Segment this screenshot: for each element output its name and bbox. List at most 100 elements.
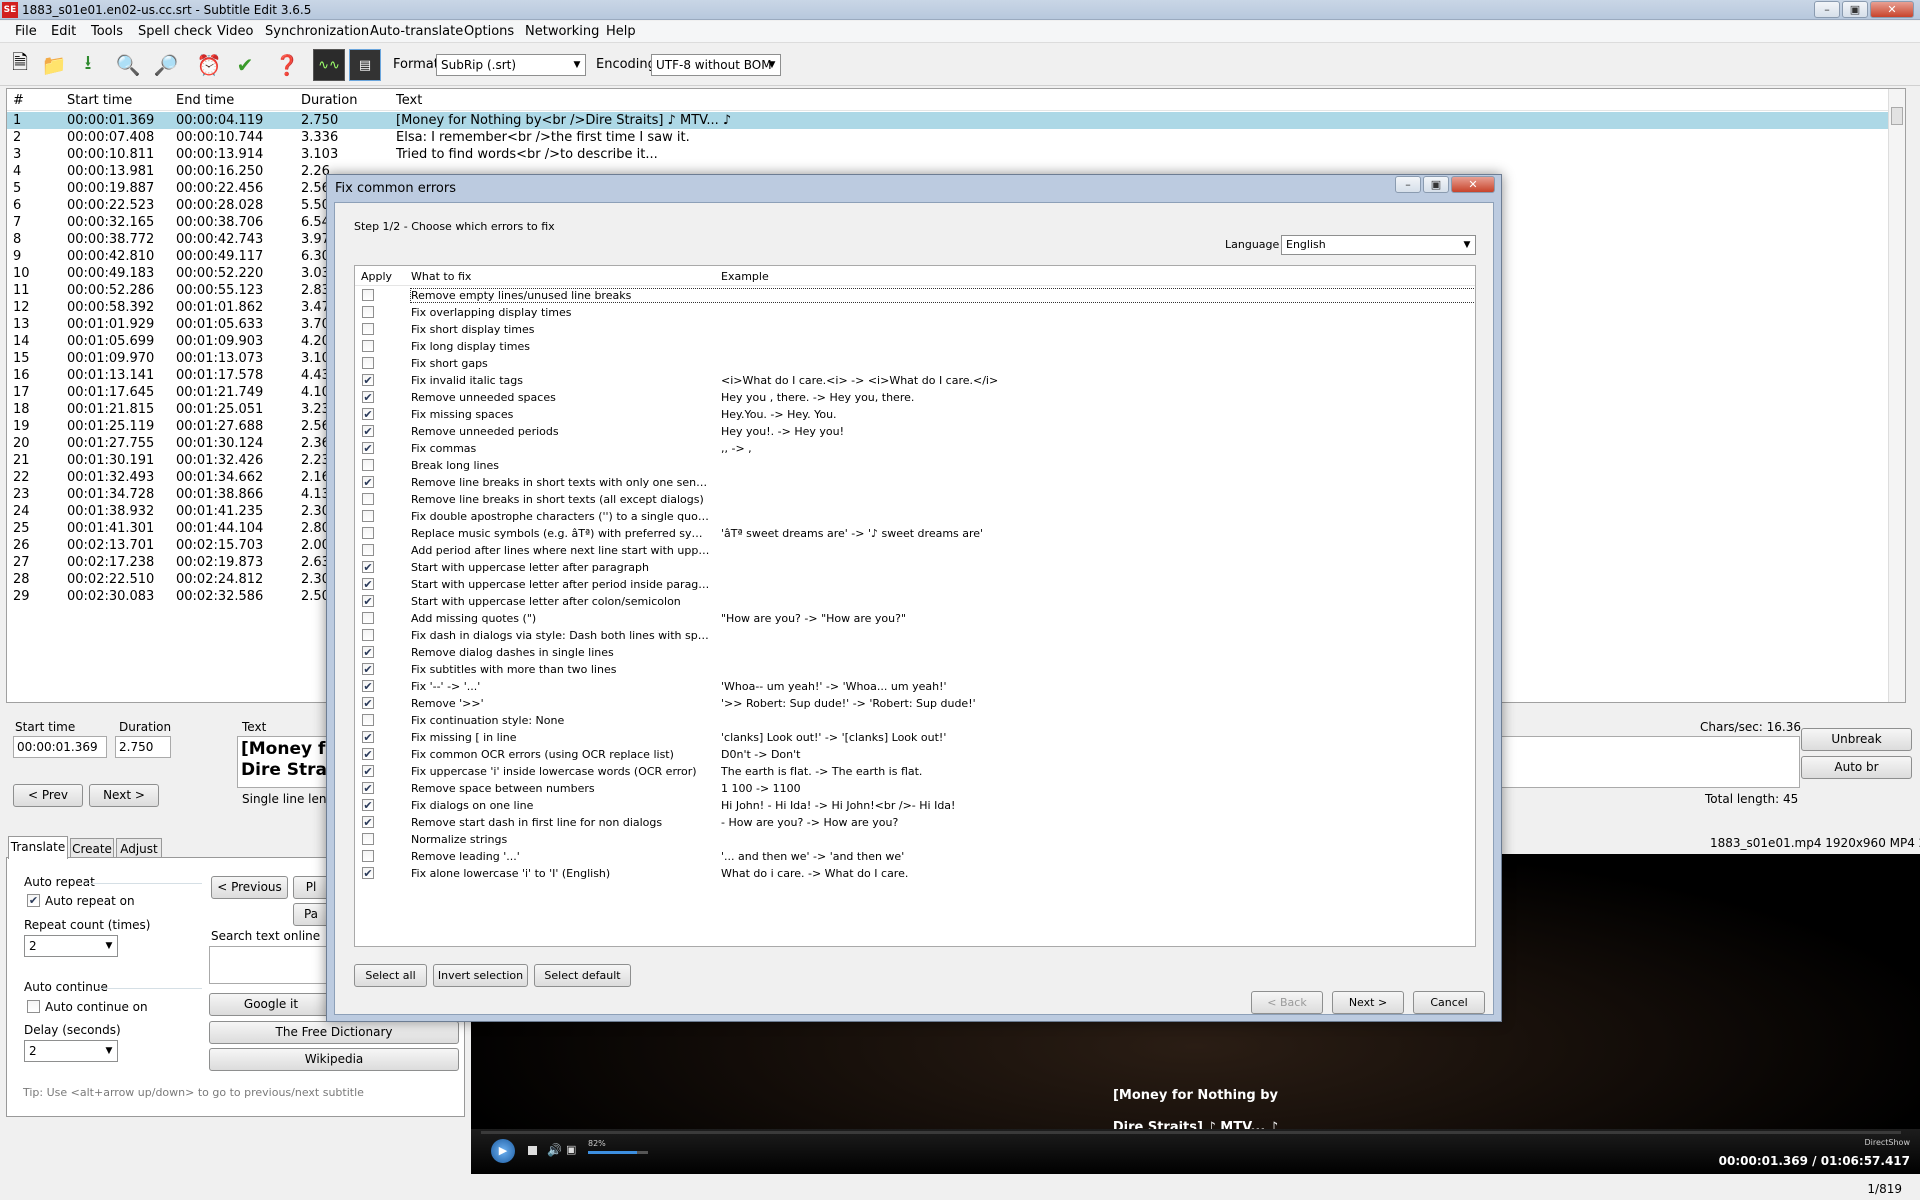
pause-button[interactable]: Pa bbox=[293, 903, 329, 926]
table-row[interactable]: 2 00:00:07.408 00:00:10.744 3.336 Elsa: I re… bbox=[7, 129, 1897, 146]
close-icon[interactable]: ✕ bbox=[1870, 1, 1914, 18]
video-seek-bar[interactable] bbox=[481, 1131, 1901, 1134]
apply-checkbox[interactable]: ✔ bbox=[362, 867, 374, 879]
duration-input[interactable]: 2.750 bbox=[115, 736, 171, 758]
table-row[interactable]: 3 00:00:10.811 00:00:13.914 3.103 Tried to f… bbox=[7, 146, 1897, 163]
dialog-maximize-icon[interactable]: ▣ bbox=[1423, 176, 1449, 193]
list-item[interactable]: Fix long display times bbox=[355, 338, 1475, 355]
repeat-count-select[interactable]: 2 ▼ bbox=[24, 935, 118, 957]
download-icon[interactable]: ⭳ bbox=[72, 49, 104, 81]
list-item[interactable]: ✔ Remove line breaks in short texts with … bbox=[355, 474, 1475, 491]
list-item[interactable]: ✔ Fix common OCR errors (using OCR replac… bbox=[355, 746, 1475, 763]
col-start-time[interactable]: Start time bbox=[67, 93, 132, 108]
menu-edit[interactable]: Edit bbox=[51, 24, 76, 39]
list-item[interactable]: ✔ Fix missing [ in line 'clanks] Look out!… bbox=[355, 729, 1475, 746]
list-item[interactable]: ✔ Remove '>>' '>> Robert: Sup dude!' -> 'R… bbox=[355, 695, 1475, 712]
list-item[interactable]: ✔ Fix dialogs on one line Hi John! - Hi Id… bbox=[355, 797, 1475, 814]
table-row[interactable]: 1 00:00:01.369 00:00:04.119 2.750 [Money for… bbox=[7, 112, 1897, 129]
apply-checkbox[interactable]: ✔ bbox=[362, 731, 374, 743]
apply-checkbox[interactable] bbox=[362, 357, 374, 369]
select-default-button[interactable]: Select default bbox=[534, 964, 631, 987]
apply-checkbox[interactable] bbox=[362, 340, 374, 352]
apply-checkbox[interactable]: ✔ bbox=[362, 391, 374, 403]
menu-synchronization[interactable]: Synchronization bbox=[265, 24, 369, 39]
list-item[interactable]: ✔ Start with uppercase letter after parag… bbox=[355, 559, 1475, 576]
apply-checkbox[interactable] bbox=[362, 323, 374, 335]
checkmark-icon[interactable]: ✔ bbox=[229, 49, 261, 81]
waveform-icon[interactable]: ∿∿ bbox=[313, 49, 345, 81]
apply-checkbox[interactable]: ✔ bbox=[362, 680, 374, 692]
volume-slider[interactable] bbox=[588, 1151, 648, 1154]
tab-create[interactable]: Create bbox=[70, 838, 114, 858]
menu-file[interactable]: File bbox=[15, 24, 37, 39]
new-file-icon[interactable]: 🗎 bbox=[4, 49, 36, 81]
stop-icon[interactable] bbox=[528, 1146, 537, 1155]
apply-checkbox[interactable]: ✔ bbox=[362, 663, 374, 675]
auto-br-button[interactable]: Auto br bbox=[1801, 756, 1912, 779]
language-select[interactable]: English ▼ bbox=[1281, 235, 1476, 255]
list-item[interactable]: Fix double apostrophe characters ('') to… bbox=[355, 508, 1475, 525]
subtitle-list-scrollbar[interactable] bbox=[1888, 89, 1905, 702]
play-icon[interactable]: ▶ bbox=[491, 1139, 515, 1163]
apply-checkbox[interactable]: ✔ bbox=[362, 765, 374, 777]
apply-checkbox[interactable] bbox=[362, 612, 374, 624]
search-online-input[interactable] bbox=[209, 946, 333, 984]
col-duration[interactable]: Duration bbox=[301, 93, 357, 108]
apply-checkbox[interactable] bbox=[362, 629, 374, 641]
google-it-button[interactable]: Google it bbox=[209, 993, 333, 1016]
list-item[interactable]: Normalize strings bbox=[355, 831, 1475, 848]
dialog-minimize-icon[interactable]: – bbox=[1395, 176, 1421, 193]
apply-checkbox[interactable] bbox=[362, 289, 374, 301]
apply-checkbox[interactable]: ✔ bbox=[362, 799, 374, 811]
tab-translate[interactable]: Translate bbox=[8, 836, 68, 859]
list-item[interactable]: ✔ Remove start dash in first line for non… bbox=[355, 814, 1475, 831]
list-item[interactable]: Remove leading '...' '... and then we' ->… bbox=[355, 848, 1475, 865]
apply-checkbox[interactable] bbox=[362, 850, 374, 862]
list-item[interactable]: ✔ Remove unneeded periods Hey you!. -> Hey… bbox=[355, 423, 1475, 440]
delay-select[interactable]: 2 ▼ bbox=[24, 1040, 118, 1062]
prev-button[interactable]: < Prev bbox=[13, 784, 83, 807]
menu-options[interactable]: Options bbox=[464, 24, 514, 39]
list-item[interactable]: Remove line breaks in short texts (all e… bbox=[355, 491, 1475, 508]
list-item[interactable]: Remove empty lines/unused line breaks bbox=[355, 287, 1475, 304]
list-item[interactable]: Replace music symbols (e.g. âTª) with pr… bbox=[355, 525, 1475, 542]
dialog-close-icon[interactable]: ✕ bbox=[1451, 176, 1495, 193]
dialog-cancel-button[interactable]: Cancel bbox=[1413, 991, 1485, 1014]
apply-checkbox[interactable] bbox=[362, 493, 374, 505]
apply-checkbox[interactable] bbox=[362, 714, 374, 726]
tab-adjust[interactable]: Adjust bbox=[116, 838, 162, 858]
invert-selection-button[interactable]: Invert selection bbox=[433, 964, 528, 987]
menu-networking[interactable]: Networking bbox=[525, 24, 599, 39]
col-example[interactable]: Example bbox=[721, 270, 769, 283]
open-folder-icon[interactable]: 📁 bbox=[38, 49, 70, 81]
list-item[interactable]: Fix short display times bbox=[355, 321, 1475, 338]
apply-checkbox[interactable]: ✔ bbox=[362, 374, 374, 386]
list-item[interactable]: Fix dash in dialogs via style: Dash both… bbox=[355, 627, 1475, 644]
apply-checkbox[interactable]: ✔ bbox=[362, 697, 374, 709]
col-apply[interactable]: Apply bbox=[361, 270, 392, 283]
list-item[interactable]: Fix short gaps bbox=[355, 355, 1475, 372]
menu-spell-check[interactable]: Spell check bbox=[138, 24, 212, 39]
apply-checkbox[interactable] bbox=[362, 306, 374, 318]
format-select[interactable]: SubRip (.srt) ▼ bbox=[436, 54, 586, 76]
list-item[interactable]: ✔ Fix invalid italic tags <i>What do I car… bbox=[355, 372, 1475, 389]
menu-tools[interactable]: Tools bbox=[91, 24, 123, 39]
list-item[interactable]: ✔ Fix uppercase 'i' inside lowercase word… bbox=[355, 763, 1475, 780]
auto-repeat-checkbox[interactable]: ✔ bbox=[27, 894, 40, 907]
sync-clock-icon[interactable]: ⏰ bbox=[193, 49, 225, 81]
fullscreen-icon[interactable]: ▣ bbox=[566, 1143, 576, 1156]
maximize-icon[interactable]: ▣ bbox=[1842, 1, 1868, 18]
video-frame-icon[interactable]: ▤ bbox=[349, 49, 381, 81]
apply-checkbox[interactable]: ✔ bbox=[362, 782, 374, 794]
list-item[interactable]: ✔ Fix '--' -> '...' 'Whoa-- um yeah!' -> '… bbox=[355, 678, 1475, 695]
col-what-to-fix[interactable]: What to fix bbox=[411, 270, 471, 283]
list-item[interactable]: ✔ Start with uppercase letter after colon… bbox=[355, 593, 1475, 610]
apply-checkbox[interactable]: ✔ bbox=[362, 816, 374, 828]
volume-icon[interactable]: 🔊 bbox=[547, 1143, 562, 1157]
menu-video[interactable]: Video bbox=[217, 24, 253, 39]
apply-checkbox[interactable] bbox=[362, 459, 374, 471]
apply-checkbox[interactable]: ✔ bbox=[362, 595, 374, 607]
apply-checkbox[interactable]: ✔ bbox=[362, 646, 374, 658]
find-icon[interactable]: 🔍 bbox=[112, 49, 144, 81]
help-icon[interactable]: ❓ bbox=[271, 49, 303, 81]
